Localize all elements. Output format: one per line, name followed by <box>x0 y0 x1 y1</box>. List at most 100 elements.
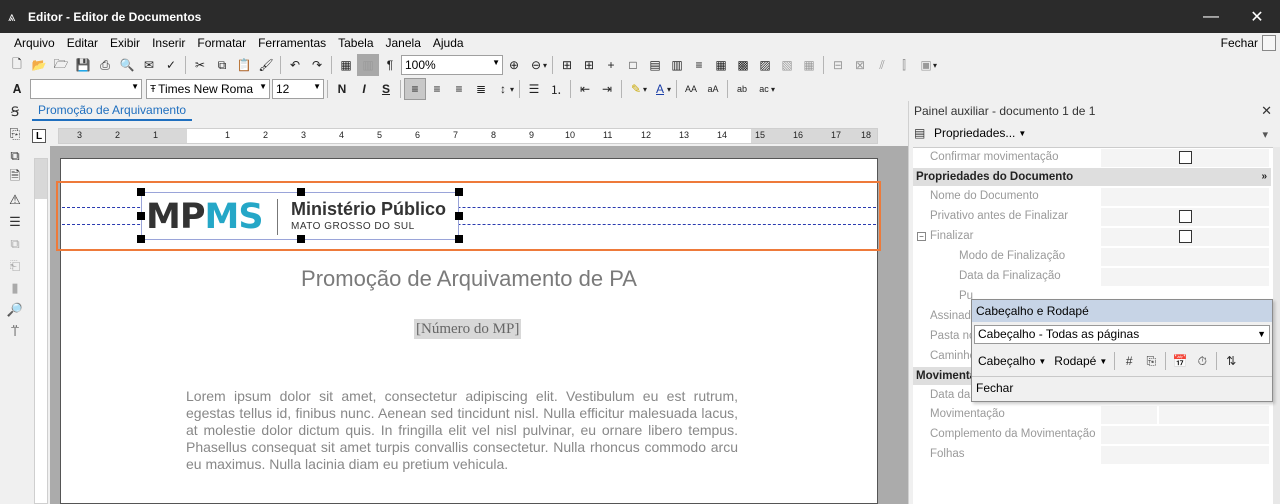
print-preview-icon[interactable]: 🔍 <box>116 54 138 76</box>
form-icon[interactable]: ⎘ <box>0 123 30 145</box>
menu-inserir[interactable]: Inserir <box>146 36 191 50</box>
row-insert-icon[interactable]: ⊟ <box>827 54 849 76</box>
checkbox[interactable] <box>1179 151 1192 164</box>
copy-icon[interactable]: ⧉ <box>211 54 233 76</box>
font-size-select[interactable]: 12 ▼ <box>272 79 324 99</box>
chevron-down-icon[interactable]: ▾ <box>543 61 547 70</box>
layers-icon[interactable]: ⧉ <box>0 145 30 167</box>
print-icon[interactable]: ⎙ <box>94 54 116 76</box>
save-icon[interactable]: 💾 <box>72 54 94 76</box>
prop-value[interactable] <box>1101 406 1157 424</box>
close-window-button[interactable]: ✕ <box>1234 0 1280 33</box>
font-name-select[interactable]: Ŧ Times New Roma ▼ <box>146 79 270 99</box>
document-icon[interactable]: 🗎 <box>0 167 30 189</box>
list-icon[interactable]: ☰ <box>0 211 30 233</box>
style-select[interactable]: ▼ <box>30 79 142 99</box>
align-right-icon[interactable]: ≡ <box>448 78 470 100</box>
table-grid-icon[interactable]: ⊞ <box>578 54 600 76</box>
italic-icon[interactable]: I <box>353 78 375 100</box>
row-delete-icon[interactable]: ⊠ <box>849 54 871 76</box>
insert-column-icon[interactable]: ▥ <box>357 54 379 76</box>
zoom-select[interactable]: 100% ▼ <box>401 55 503 75</box>
resize-handle[interactable] <box>455 188 463 196</box>
increase-indent-icon[interactable]: ⇥ <box>596 78 618 100</box>
menu-ajuda[interactable]: Ajuda <box>427 36 470 50</box>
prop-category[interactable]: Propriedades do Documento » <box>913 168 1271 186</box>
table-cells-icon[interactable]: ▤ <box>644 54 666 76</box>
table-border-icon[interactable]: □ <box>622 54 644 76</box>
lowercase-icon[interactable]: aA <box>702 78 724 100</box>
header-button[interactable]: Cabeçalho ▼ <box>974 354 1050 368</box>
search-doc-icon[interactable]: 🔎 <box>0 299 30 321</box>
prop-value[interactable] <box>1101 268 1269 286</box>
tab-stop-selector[interactable]: L <box>32 129 46 143</box>
prop-row[interactable]: Data da Finalização <box>913 267 1271 287</box>
prop-row[interactable]: Folhas <box>913 445 1271 465</box>
format-painter-icon[interactable]: 🖌 <box>255 54 277 76</box>
uppercase-icon[interactable]: AA <box>680 78 702 100</box>
prop-row[interactable]: Modo de Finalização <box>913 247 1271 267</box>
checkbox[interactable] <box>1179 210 1192 223</box>
vertical-ruler[interactable] <box>34 158 48 504</box>
popup-title[interactable]: Cabeçalho e Rodapé <box>972 300 1272 322</box>
prop-value[interactable] <box>1101 446 1269 464</box>
prop-value[interactable] <box>1159 406 1269 424</box>
underline-icon[interactable]: S <box>375 78 397 100</box>
prop-row[interactable]: Privativo antes de Finalizar <box>913 207 1271 227</box>
table-delete-icon[interactable]: ▩ <box>732 54 754 76</box>
switch-header-footer-icon[interactable]: ⇅ <box>1220 351 1242 371</box>
aux-close-icon[interactable]: ✕ <box>1261 103 1272 119</box>
table-split-icon[interactable]: ▥ <box>666 54 688 76</box>
popup-close-button[interactable]: Fechar <box>976 381 1013 395</box>
document-body[interactable]: Lorem ipsum dolor sit amet, consectetur … <box>186 388 738 473</box>
menu-janela[interactable]: Janela <box>380 36 427 50</box>
date-icon[interactable]: 📅 <box>1169 351 1191 371</box>
bullet-list-icon[interactable]: ☰ <box>523 78 545 100</box>
text-tool-icon[interactable]: Ꞩ <box>0 101 30 123</box>
prop-value[interactable] <box>1101 426 1269 444</box>
chevron-down-icon[interactable]: ▾ <box>643 85 647 94</box>
spellcheck-icon[interactable]: ✓ <box>160 54 182 76</box>
align-left-icon[interactable]: ≡ <box>404 78 426 100</box>
header-logo[interactable]: MPMS Ministério Público MATO GROSSO DO S… <box>141 192 459 240</box>
menu-close-box[interactable] <box>1262 35 1276 51</box>
collapse-icon[interactable]: − <box>917 232 926 241</box>
align-center-icon[interactable]: ≡ <box>426 78 448 100</box>
table-split-cells-icon[interactable]: ▧ <box>776 54 798 76</box>
zoom-in-icon[interactable]: ⊕ <box>503 54 525 76</box>
resize-handle[interactable] <box>137 212 145 220</box>
menu-formatar[interactable]: Formatar <box>191 36 252 50</box>
table-rows-icon[interactable]: ≡ <box>688 54 710 76</box>
new-document-icon[interactable]: 🗋 <box>6 54 28 76</box>
menu-arquivo[interactable]: Arquivo <box>8 36 61 50</box>
justify-icon[interactable]: ≣ <box>470 78 492 100</box>
stamp-icon[interactable]: ▮ <box>0 277 30 299</box>
prop-row[interactable]: Nome do Documento <box>913 187 1271 207</box>
menu-tabela[interactable]: Tabela <box>332 36 379 50</box>
warning-icon[interactable]: ⚠ <box>0 189 30 211</box>
redo-icon[interactable]: ↷ <box>306 54 328 76</box>
page-count-icon[interactable]: ⎘ <box>1140 351 1162 371</box>
prop-value[interactable] <box>1101 248 1269 266</box>
minimize-button[interactable]: — <box>1188 0 1234 33</box>
properties-button[interactable]: ▤ Propriedades... ▼ <box>914 126 1026 140</box>
menu-ferramentas[interactable]: Ferramentas <box>252 36 332 50</box>
chevron-down-icon[interactable]: ▾ <box>933 61 937 70</box>
chevron-down-icon[interactable]: ▾ <box>667 85 671 94</box>
prop-row[interactable]: Complemento da Movimentação <box>913 425 1271 445</box>
paint-icon[interactable]: ⍡ <box>0 321 30 343</box>
menu-editar[interactable]: Editar <box>61 36 104 50</box>
horizontal-ruler[interactable]: 3 2 1 1 2 3 4 5 6 7 8 9 10 11 12 13 14 1… <box>58 128 878 144</box>
table-insert-icon[interactable]: ▦ <box>710 54 732 76</box>
header-type-select[interactable]: Cabeçalho - Todas as páginas ▼ <box>974 325 1270 344</box>
table-cross-icon[interactable]: + <box>600 54 622 76</box>
table-align-icon[interactable]: ▦ <box>798 54 820 76</box>
column-delete-icon[interactable]: ⫿ <box>893 54 915 76</box>
aux-scrollbar[interactable] <box>1273 147 1280 504</box>
page-number-icon[interactable]: # <box>1118 351 1140 371</box>
prop-value[interactable] <box>1101 188 1269 206</box>
document-title[interactable]: Promoção de Arquivamento de PA <box>60 266 878 292</box>
checkbox[interactable] <box>1179 230 1192 243</box>
column-insert-icon[interactable]: ⫽ <box>871 54 893 76</box>
table-icon[interactable]: ⊞ <box>556 54 578 76</box>
